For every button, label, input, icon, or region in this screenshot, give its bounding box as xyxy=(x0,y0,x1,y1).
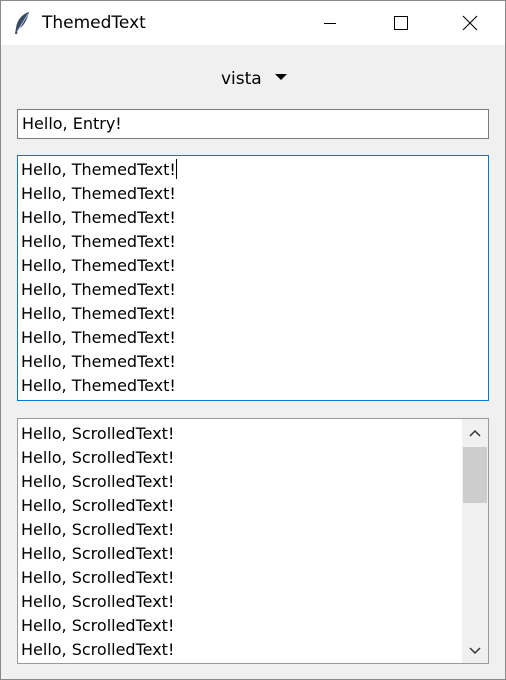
text-line-content: Hello, ThemedText! xyxy=(21,232,176,251)
text-line: Hello, ScrolledText! xyxy=(18,638,174,662)
text-line: Hello, ThemedText! xyxy=(18,350,177,374)
text-line-content: Hello, ThemedText! xyxy=(21,328,176,347)
text-line-content: Hello, ScrolledText! xyxy=(21,616,175,635)
scrolled-text-area[interactable]: Hello, ScrolledText! Hello, ScrolledText!… xyxy=(17,418,489,664)
feather-icon xyxy=(13,11,31,35)
maximize-button[interactable] xyxy=(377,1,423,45)
text-line: Hello, ThemedText! xyxy=(18,158,177,182)
text-line: Hello, ScrolledText! xyxy=(18,494,174,518)
text-line-content: Hello, ThemedText! xyxy=(21,280,176,299)
text-line-content: Hello, ScrolledText! xyxy=(21,448,175,467)
text-line: Hello, ThemedText! xyxy=(18,230,177,254)
text-line-content: Hello, ScrolledText! xyxy=(21,568,175,587)
window-title: ThemedText xyxy=(42,13,146,33)
text-line-content: Hello, ThemedText! xyxy=(21,256,176,275)
close-button[interactable] xyxy=(447,1,493,45)
vertical-scrollbar[interactable] xyxy=(462,419,488,663)
text-line: Hello, ScrolledText! xyxy=(18,590,174,614)
text-cursor xyxy=(175,159,177,179)
scroll-thumb[interactable] xyxy=(463,447,487,503)
theme-selector[interactable]: vista xyxy=(211,63,299,93)
text-line-content: Hello, ScrolledText! xyxy=(21,544,175,563)
text-line-content: Hello, ScrolledText! xyxy=(21,472,175,491)
text-line: Hello, ThemedText! xyxy=(18,206,177,230)
text-line: Hello, ThemedText! xyxy=(18,182,177,206)
text-line-content: Hello, ScrolledText! xyxy=(21,424,175,443)
text-line-content: Hello, ThemedText! xyxy=(21,304,176,323)
text-line: Hello, ScrolledText! xyxy=(18,518,174,542)
scroll-up-button[interactable] xyxy=(462,421,488,445)
text-line: Hello, ScrolledText! xyxy=(18,470,174,494)
text-line-content: Hello, ScrolledText! xyxy=(21,496,175,515)
text-line-content: Hello, ThemedText! xyxy=(21,208,176,227)
text-line: Hello, ScrolledText! xyxy=(18,446,174,470)
text-line: Hello, ScrolledText! xyxy=(18,566,174,590)
text-line: Hello, ScrolledText! xyxy=(18,542,174,566)
text-line: Hello, ThemedText! xyxy=(18,254,177,278)
minimize-icon xyxy=(324,23,336,24)
chevron-down-icon xyxy=(469,647,481,655)
close-icon xyxy=(462,15,478,31)
entry-field[interactable]: Hello, Entry! xyxy=(17,109,489,139)
text-line-content: Hello, ThemedText! xyxy=(21,160,176,179)
text-line: Hello, ThemedText! xyxy=(18,326,177,350)
text-line: Hello, ThemedText! xyxy=(18,278,177,302)
text-line: Hello, ThemedText! xyxy=(18,374,177,398)
scrolled-text-lines: Hello, ScrolledText! Hello, ScrolledText!… xyxy=(18,422,174,662)
text-line-content: Hello, ScrolledText! xyxy=(21,640,175,659)
text-line-content: Hello, ThemedText! xyxy=(21,376,176,395)
text-line-content: Hello, ScrolledText! xyxy=(21,592,175,611)
entry-value: Hello, Entry! xyxy=(22,114,122,133)
text-line-content: Hello, ThemedText! xyxy=(21,184,176,203)
text-line-content: Hello, ThemedText! xyxy=(21,352,176,371)
theme-selector-value: vista xyxy=(221,69,262,89)
themed-text-area[interactable]: Hello, ThemedText! Hello, ThemedText! Hell… xyxy=(17,155,489,401)
text-line: Hello, ThemedText! xyxy=(18,302,177,326)
themed-text-lines: Hello, ThemedText! Hello, ThemedText! Hell… xyxy=(18,158,177,398)
text-line: Hello, ScrolledText! xyxy=(18,422,174,446)
app-window: ThemedText vista Hello, Entry! Hello, Th… xyxy=(0,0,506,680)
maximize-icon xyxy=(394,16,408,30)
dropdown-arrow-icon[interactable] xyxy=(275,73,287,81)
text-line: Hello, ScrolledText! xyxy=(18,614,174,638)
minimize-button[interactable] xyxy=(307,1,353,45)
text-line-content: Hello, ScrolledText! xyxy=(21,520,175,539)
chevron-up-icon xyxy=(469,429,481,437)
scroll-down-button[interactable] xyxy=(462,639,488,663)
title-bar[interactable]: ThemedText xyxy=(1,1,505,45)
